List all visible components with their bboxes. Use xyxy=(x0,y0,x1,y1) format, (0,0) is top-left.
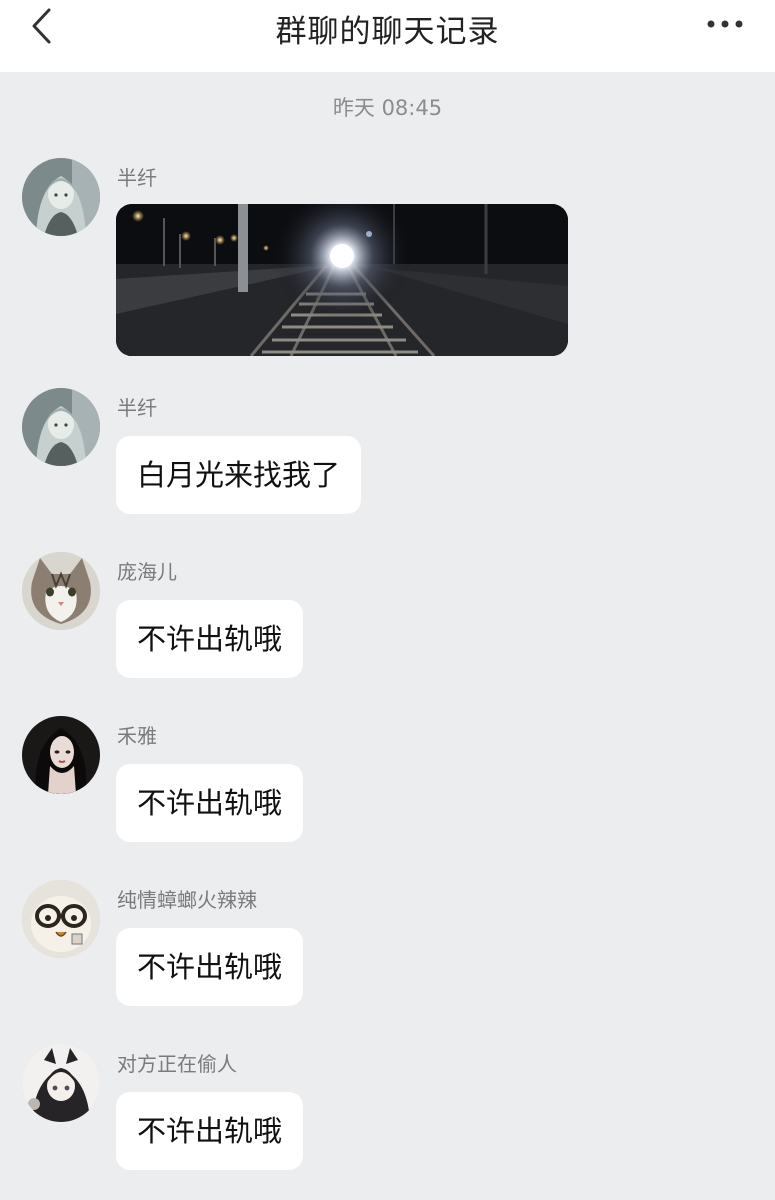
anime-boy-avatar[interactable] xyxy=(22,1044,100,1122)
more-button[interactable] xyxy=(703,10,747,38)
timestamp: 昨天 08:45 xyxy=(332,96,443,120)
anime-girl-avatar[interactable] xyxy=(22,388,100,466)
sender-name: 庞海儿 xyxy=(117,560,177,584)
page-title: 群聊的聊天记录 xyxy=(275,14,500,50)
message-bubble[interactable]: 不许出轨哦 xyxy=(116,600,304,678)
title-bar: 群聊的聊天记录 xyxy=(0,0,775,72)
message-bubble[interactable]: 不许出轨哦 xyxy=(116,1092,304,1170)
sender-name: 半纤 xyxy=(117,166,157,190)
sender-name: 对方正在偷人 xyxy=(117,1052,237,1076)
cartoon-face-avatar[interactable] xyxy=(22,880,100,958)
sender-name: 纯情蟑螂火辣辣 xyxy=(117,888,257,912)
message-bubble[interactable]: 不许出轨哦 xyxy=(116,764,304,842)
anime-girl-avatar[interactable] xyxy=(22,158,100,236)
woman-portrait-avatar[interactable] xyxy=(22,716,100,794)
more-dots-icon xyxy=(707,20,743,28)
cat-avatar[interactable] xyxy=(22,552,100,630)
message-bubble[interactable]: 不许出轨哦 xyxy=(116,928,304,1006)
sender-name: 禾雅 xyxy=(117,724,157,748)
sender-name: 半纤 xyxy=(117,396,157,420)
night-railway-tunnel-photo[interactable] xyxy=(116,204,568,356)
message-bubble[interactable]: 白月光来找我了 xyxy=(116,436,362,514)
